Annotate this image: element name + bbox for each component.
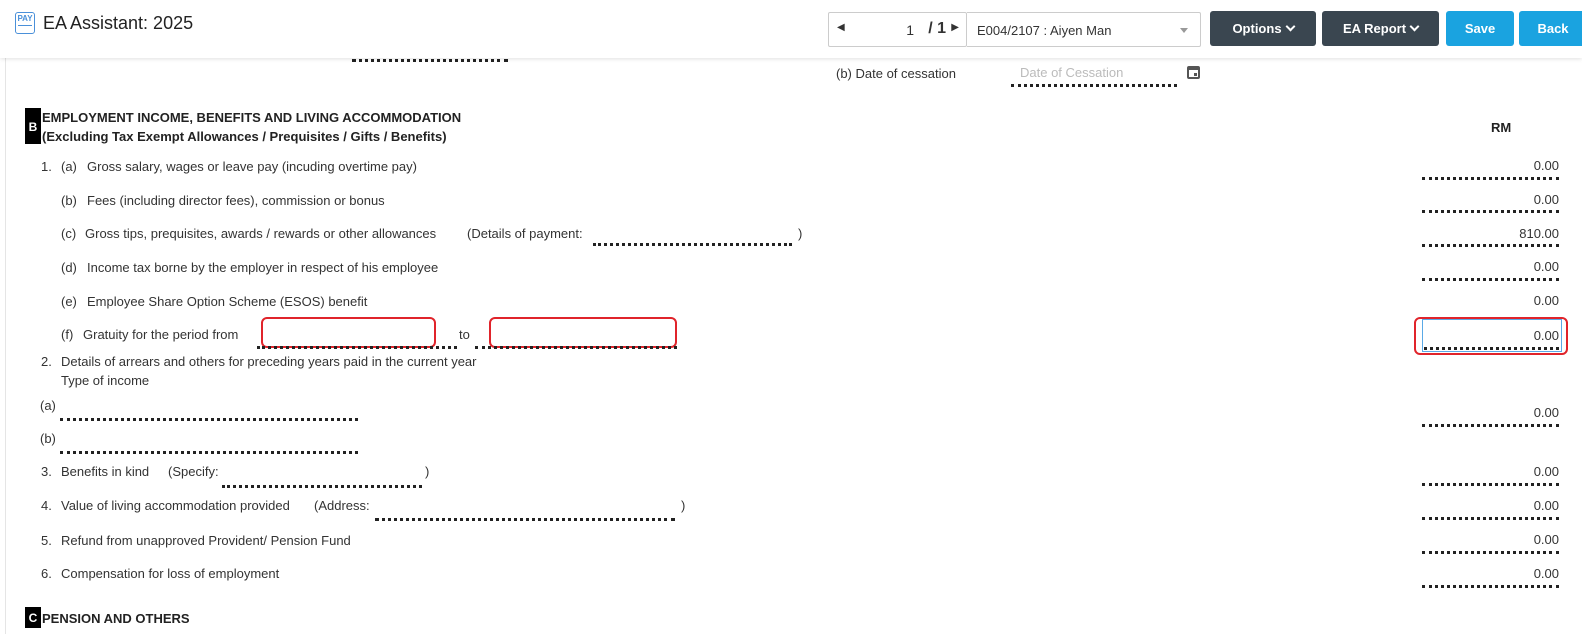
item-1b-sub: (b) xyxy=(61,193,77,208)
currency-header: RM xyxy=(1491,120,1512,135)
item-1-number: 1. xyxy=(41,159,52,174)
item-1d-sub: (d) xyxy=(61,260,77,275)
item-4-address-close: ) xyxy=(681,498,686,513)
item-4-label: Value of living accommodation provided xyxy=(61,498,290,513)
item-3-specify-label: (Specify: xyxy=(168,464,219,479)
section-b-subtitle: (Excluding Tax Exempt Allowances / Prequ… xyxy=(42,129,447,144)
item-1c-underline xyxy=(1422,244,1559,247)
item-6-underline xyxy=(1422,585,1559,588)
item-1c-sub: (c) xyxy=(61,226,77,241)
item-6-number: 6. xyxy=(41,566,52,581)
employee-select-value: E004/2107 : Aiyen Man xyxy=(977,23,1112,38)
chevron-down-icon xyxy=(1409,21,1420,32)
pager-total: / 1 xyxy=(928,20,946,37)
item-1d-label: Income tax borne by the employer in resp… xyxy=(87,260,439,275)
item-2-number: 2. xyxy=(41,354,52,369)
app-header: PAY EA Assistant: 2025 ◀ 1 / 1 ▶ E004/21… xyxy=(0,0,1582,58)
cessation-label: (b) Date of cessation xyxy=(836,66,956,81)
item-3-number: 3. xyxy=(41,464,52,479)
item-3-amount[interactable]: 0.00 xyxy=(1420,464,1559,479)
chevron-down-icon xyxy=(1180,28,1188,33)
item-1a-amount[interactable]: 0.00 xyxy=(1420,158,1559,173)
item-5-underline xyxy=(1422,551,1559,554)
item-1a-sub: (a) xyxy=(61,159,77,174)
employee-select[interactable]: E004/2107 : Aiyen Man xyxy=(967,12,1201,47)
gratuity-from-underline xyxy=(257,346,457,349)
item-1a-label: Gross salary, wages or leave pay (incudi… xyxy=(87,159,417,174)
item-3-specify-close: ) xyxy=(425,464,430,479)
section-c-title: PENSION AND OTHERS xyxy=(42,611,190,626)
item-5-label: Refund from unapproved Provident/ Pensio… xyxy=(61,533,351,548)
item-1c-details-input[interactable] xyxy=(593,243,792,246)
item-4-address-input[interactable] xyxy=(375,518,675,521)
pager-current[interactable]: 1 xyxy=(906,22,914,38)
item-4-number: 4. xyxy=(41,498,52,513)
item-6-label: Compensation for loss of employment xyxy=(61,566,280,581)
item-1b-amount[interactable]: 0.00 xyxy=(1420,192,1559,207)
prev-field-underline xyxy=(352,59,508,62)
item-2-sublabel: Type of income xyxy=(61,373,150,388)
item-2a-input[interactable] xyxy=(60,418,358,421)
pay-logo-icon: PAY xyxy=(15,12,35,34)
chevron-down-icon xyxy=(1285,21,1295,32)
gratuity-to-input[interactable] xyxy=(489,317,677,348)
item-1f-sub: (f) xyxy=(61,327,74,342)
cessation-underline xyxy=(1011,84,1177,87)
item-4-amount[interactable]: 0.00 xyxy=(1420,498,1559,513)
gratuity-to-label: to xyxy=(459,327,470,342)
item-1a-underline xyxy=(1422,177,1559,180)
back-button[interactable]: Back xyxy=(1519,11,1582,46)
item-2-underline xyxy=(1422,424,1559,427)
item-4-address-label: (Address: xyxy=(314,498,370,513)
item-2-label: Details of arrears and others for preced… xyxy=(61,354,477,369)
item-4-underline xyxy=(1422,517,1559,520)
item-1f-label: Gratuity for the period from xyxy=(83,327,239,342)
record-pager: ◀ 1 / 1 ▶ xyxy=(828,12,967,47)
cessation-date-input[interactable]: Date of Cessation xyxy=(1020,65,1123,80)
item-1d-underline xyxy=(1422,278,1559,281)
item-1c-details-label: (Details of payment: xyxy=(467,226,583,241)
item-1c-amount[interactable]: 810.00 xyxy=(1420,226,1559,241)
ea-report-button[interactable]: EA Report xyxy=(1322,11,1439,46)
item-2b-input[interactable] xyxy=(60,451,358,454)
page-title: EA Assistant: 2025 xyxy=(43,13,194,33)
item-1e-sub: (e) xyxy=(61,294,77,309)
item-1e-label: Employee Share Option Scheme (ESOS) bene… xyxy=(87,294,368,309)
item-2b-sub: (b) xyxy=(40,431,56,446)
item-1c-label: Gross tips, prequisites, awards / reward… xyxy=(85,226,437,241)
item-3-underline xyxy=(1422,483,1559,486)
item-2a-sub: (a) xyxy=(40,398,56,413)
content-left-border xyxy=(5,58,6,634)
section-b-title: EMPLOYMENT INCOME, BENEFITS AND LIVING A… xyxy=(42,110,462,125)
save-button[interactable]: Save xyxy=(1446,11,1514,46)
next-record-icon[interactable]: ▶ xyxy=(951,22,959,33)
item-6-amount[interactable]: 0.00 xyxy=(1420,566,1559,581)
options-button[interactable]: Options xyxy=(1210,11,1316,46)
gratuity-to-underline xyxy=(475,346,677,349)
calendar-icon[interactable] xyxy=(1187,66,1200,79)
item-1b-label: Fees (including director fees), commissi… xyxy=(87,193,385,208)
item-1e-amount[interactable]: 0.00 xyxy=(1420,293,1559,308)
section-c-badge: C xyxy=(25,607,41,628)
item-1b-underline xyxy=(1422,210,1559,213)
item-1c-details-close: ) xyxy=(798,226,803,241)
item-5-amount[interactable]: 0.00 xyxy=(1420,532,1559,547)
gratuity-amount-underline xyxy=(1424,347,1559,350)
item-3-label: Benefits in kind xyxy=(61,464,150,479)
gratuity-from-input[interactable] xyxy=(261,317,436,348)
item-2-amount[interactable]: 0.00 xyxy=(1420,405,1559,420)
prev-record-icon[interactable]: ◀ xyxy=(837,22,845,33)
item-3-specify-input[interactable] xyxy=(222,485,422,488)
section-b-badge: B xyxy=(25,108,41,144)
item-1d-amount[interactable]: 0.00 xyxy=(1420,259,1559,274)
item-5-number: 5. xyxy=(41,533,52,548)
